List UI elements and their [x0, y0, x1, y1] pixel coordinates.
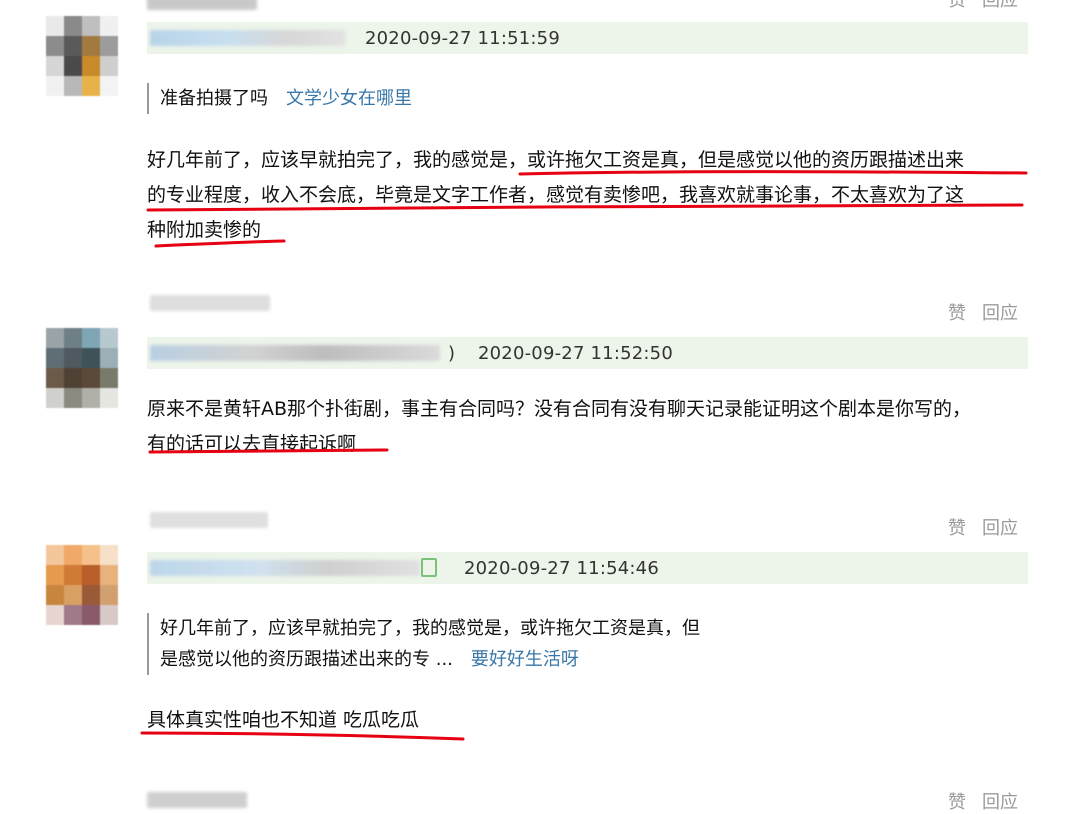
red-underline	[518, 170, 1028, 176]
red-underline	[140, 731, 465, 741]
red-underline	[148, 448, 389, 454]
red-underline	[146, 203, 1024, 212]
red-underline	[154, 239, 286, 248]
red-underline-annotations	[140, 170, 1028, 741]
